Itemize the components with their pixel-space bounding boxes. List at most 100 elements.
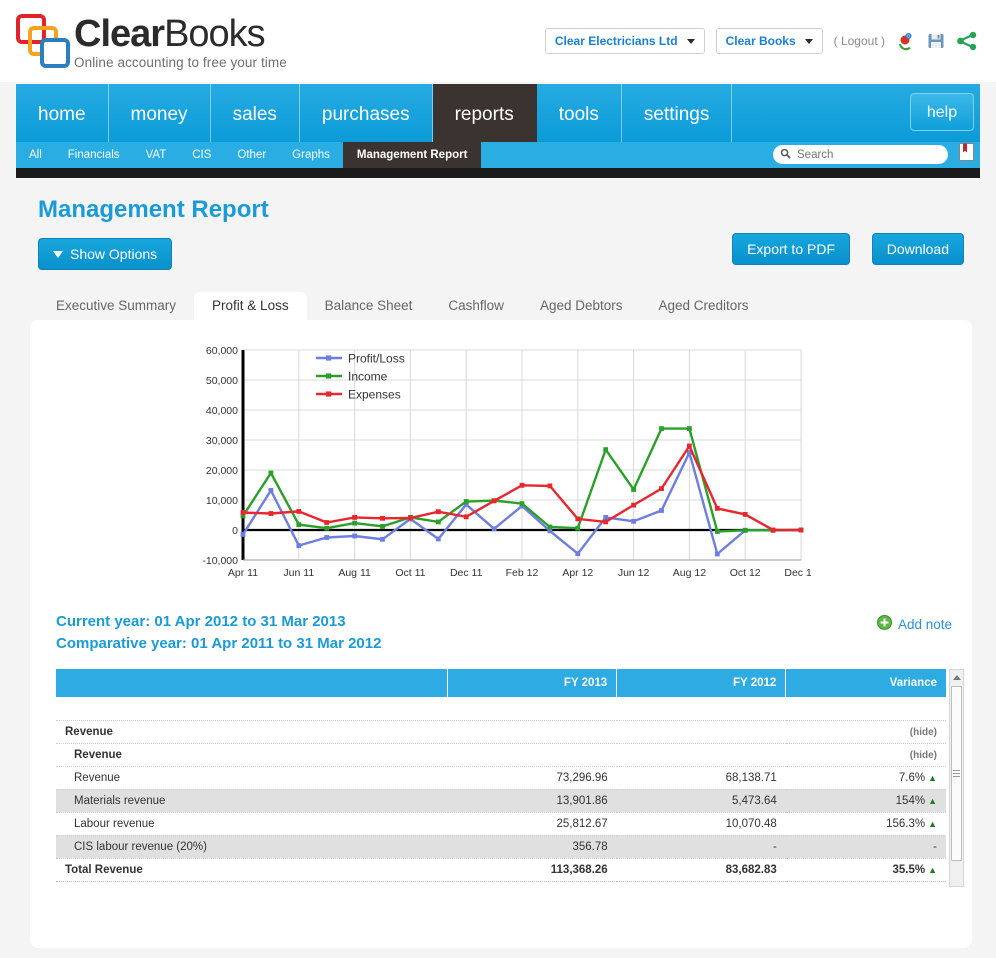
data-point	[714, 506, 720, 511]
data-point	[324, 535, 330, 540]
legend-label: Expenses	[348, 388, 401, 402]
share-icon[interactable]	[956, 31, 978, 51]
data-point	[463, 499, 469, 504]
search-input[interactable]	[795, 147, 941, 162]
tab-profit-loss[interactable]: Profit & Loss	[194, 292, 307, 320]
nav-item-home[interactable]: home	[16, 84, 109, 142]
subnav-item-other[interactable]: Other	[224, 142, 279, 168]
data-point	[296, 522, 302, 527]
nav-item-settings[interactable]: settings	[622, 84, 733, 142]
brand-name-thin: Books	[164, 13, 266, 55]
table-row[interactable]: CIS labour revenue (20%) 356.78 - -	[56, 835, 946, 859]
company-selector[interactable]: Clear Electricians Ltd	[544, 28, 705, 54]
row-variance: 35.5% ▲	[785, 858, 946, 882]
report-panel: -10,000 0 10,000 20,000 30,000 40,000 50,000 60…	[30, 320, 972, 948]
y-axis-tick-label: 20,000	[206, 465, 238, 477]
brand-tagline: Online accounting to free your time	[74, 55, 287, 70]
brand-logo[interactable]: ClearBooks Online accounting to free you…	[14, 10, 287, 70]
table-header-row: FY 2013 FY 2012 Variance	[56, 669, 946, 697]
table-row[interactable]: Revenue 73,296.96 68,138.71 7.6% ▲	[56, 766, 946, 790]
data-point	[659, 486, 664, 491]
table-row[interactable]: Total Revenue 113,368.26 83,682.83 35.5% ▲	[56, 858, 946, 882]
data-point	[603, 519, 609, 525]
brand-name: ClearBooks	[74, 14, 287, 54]
data-point	[296, 509, 302, 514]
data-point	[659, 426, 664, 431]
nav-item-reports[interactable]: reports	[432, 84, 537, 142]
x-axis-tick-label: Feb 12	[506, 567, 539, 579]
subnav-item-cis[interactable]: CIS	[179, 142, 224, 168]
search-box[interactable]	[773, 145, 948, 164]
tab-aged-creditors[interactable]: Aged Creditors	[641, 292, 767, 320]
data-point	[268, 511, 274, 516]
help-button[interactable]: help	[910, 93, 974, 131]
navigation: home money sales purchases reports tools setti…	[0, 82, 996, 180]
row-label: Materials revenue	[56, 789, 448, 813]
caret-down-icon	[53, 250, 63, 258]
nav-item-sales[interactable]: sales	[211, 84, 300, 142]
cell-value: 68,138.71	[725, 771, 777, 784]
tab-aged-debtors[interactable]: Aged Debtors	[522, 292, 641, 320]
subnav-item-all[interactable]: All	[16, 142, 55, 168]
page-title: Management Report	[38, 196, 269, 223]
variance-up-arrow-icon: ▲	[928, 818, 937, 829]
save-disk-icon[interactable]	[927, 32, 945, 50]
data-point	[380, 524, 385, 529]
x-axis-tick-label: Apr 12	[562, 567, 593, 579]
nav-item-tools[interactable]: tools	[537, 84, 622, 142]
cell-value: 25,812.67	[556, 817, 608, 830]
row-fy2012	[616, 720, 786, 744]
row-label: Revenue	[56, 720, 448, 744]
table-row[interactable]: Revenue (hide)	[56, 720, 946, 744]
data-point	[352, 520, 357, 526]
scroll-up-arrow-icon[interactable]	[950, 670, 963, 685]
table-row[interactable]: Materials revenue 13,901.86 5,473.64 154% ▲	[56, 789, 946, 813]
subnav-item-graphs[interactable]: Graphs	[279, 142, 343, 168]
cell-value: 10,070.48	[725, 817, 777, 830]
data-point	[519, 501, 525, 506]
hide-link[interactable]: (hide)	[910, 750, 937, 761]
chevron-down-icon	[686, 38, 695, 44]
scrollbar-thumb[interactable]	[951, 686, 962, 861]
table-row[interactable]: Labour revenue 25,812.67 10,070.48 156.3% ▲	[56, 812, 946, 836]
tab-balance-sheet[interactable]: Balance Sheet	[307, 292, 431, 320]
data-point	[687, 443, 692, 449]
tab-executive-summary[interactable]: Executive Summary	[38, 292, 194, 320]
show-options-button[interactable]: Show Options	[38, 238, 173, 270]
logout-link[interactable]: ( Logout )	[834, 34, 885, 48]
table-row[interactable]: Revenue (hide)	[56, 743, 946, 767]
subnav-item-management-report[interactable]: Management Report	[342, 142, 482, 168]
nav-item-money[interactable]: money	[109, 84, 211, 142]
data-point	[659, 508, 664, 513]
nav-item-purchases[interactable]: purchases	[300, 84, 433, 142]
company-selector-label: Clear Electricians Ltd	[554, 34, 678, 48]
brand-text: ClearBooks Online accounting to free you…	[74, 10, 287, 70]
variance-up-arrow-icon: ▲	[928, 864, 937, 875]
user-refresh-icon[interactable]: 0	[896, 31, 916, 51]
y-axis-tick-label: 30,000	[206, 435, 238, 447]
legend-label: Profit/Loss	[348, 352, 405, 366]
download-button[interactable]: Download	[871, 233, 964, 265]
subnav-item-vat[interactable]: VAT	[133, 142, 180, 168]
hide-link[interactable]: (hide)	[910, 727, 937, 738]
data-point	[575, 551, 581, 557]
add-note-button[interactable]: Add note	[876, 615, 952, 633]
data-point	[631, 487, 636, 492]
cell-value: 113,368.26	[550, 863, 608, 876]
export-pdf-button[interactable]: Export to PDF	[732, 233, 850, 265]
action-bar: Show Options Export to PDF Download	[16, 233, 980, 282]
legend-label: Income	[348, 370, 388, 384]
cell-value: 154%	[895, 794, 926, 807]
x-axis-tick-label: Jun 11	[283, 567, 314, 579]
data-point	[435, 519, 441, 525]
table-scrollbar[interactable]	[949, 669, 964, 887]
main-nav: home money sales purchases reports tools setti…	[16, 84, 980, 142]
product-selector[interactable]: Clear Books	[715, 28, 823, 54]
table-header-label	[56, 669, 449, 697]
tab-cashflow[interactable]: Cashflow	[430, 292, 522, 320]
subnav-item-financials[interactable]: Financials	[55, 142, 133, 168]
row-fy2013	[447, 720, 617, 744]
notebook-icon[interactable]	[959, 143, 974, 164]
clearbooks-logo-icon	[14, 10, 70, 68]
legend-marker	[326, 391, 332, 397]
